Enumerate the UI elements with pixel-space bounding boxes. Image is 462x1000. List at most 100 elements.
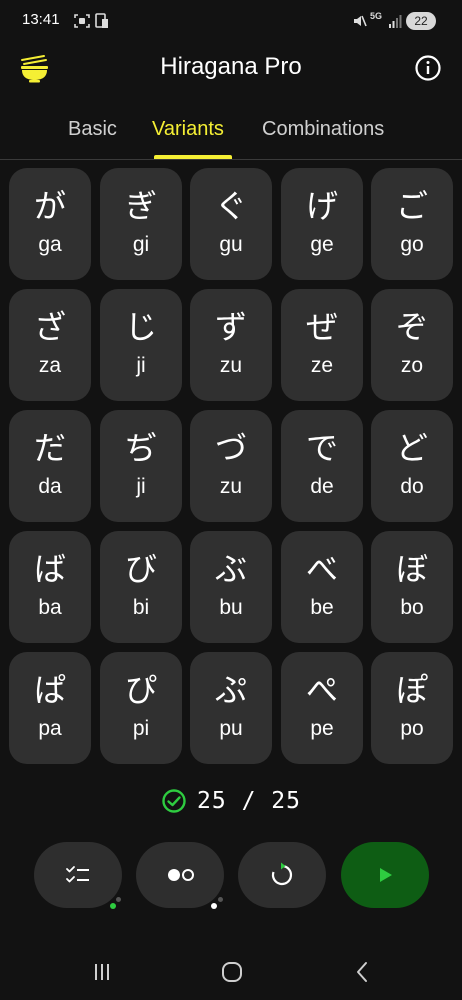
app-bar: Hiragana Pro (0, 44, 462, 100)
romaji-label: ji (136, 475, 146, 498)
kana-card-bo[interactable]: ぼ bo (371, 531, 453, 643)
kana-card-zu[interactable]: ず zu (190, 289, 272, 401)
romaji-label: zu (219, 475, 243, 498)
back-icon[interactable] (349, 958, 377, 986)
romaji-label: po (400, 717, 424, 740)
app-title: Hiragana Pro (160, 53, 302, 80)
kana-character: じ (124, 308, 157, 346)
kana-character: ど (395, 429, 428, 467)
kana-card-pe[interactable]: ぺ pe (281, 652, 363, 764)
dots-toggle-icon (168, 869, 194, 881)
kana-character: ぐ (214, 187, 247, 225)
kana-card-do[interactable]: ど do (371, 410, 453, 522)
kana-card-ba[interactable]: ば ba (9, 531, 91, 643)
kana-character: で (305, 429, 338, 467)
checklist-button[interactable] (34, 842, 122, 908)
kana-character: ぴ (124, 671, 157, 709)
kana-card-po[interactable]: ぽ po (371, 652, 453, 764)
kana-character: ぢ (124, 429, 157, 467)
kana-character: ぎ (124, 187, 157, 225)
romaji-label: zo (400, 354, 424, 377)
kana-character: ざ (33, 308, 66, 346)
romaji-label: pa (38, 717, 62, 740)
kana-card-pi[interactable]: ぴ pi (100, 652, 182, 764)
kana-card-bi[interactable]: び bi (100, 531, 182, 643)
tab-bar: Basic Variants Combinations (0, 108, 462, 160)
romaji-label: be (310, 596, 334, 619)
score-text: 25 / 25 (197, 788, 301, 814)
kana-card-za[interactable]: ざ za (9, 289, 91, 401)
info-icon[interactable] (414, 54, 442, 82)
tab-variants[interactable]: Variants (152, 118, 224, 141)
kana-character: げ (305, 187, 338, 225)
kana-card-zo[interactable]: ぞ zo (371, 289, 453, 401)
score-display: 25 / 25 (0, 788, 462, 824)
romaji-label: ze (310, 354, 334, 377)
kana-card-pu[interactable]: ぷ pu (190, 652, 272, 764)
home-icon[interactable] (218, 958, 246, 986)
kana-card-da[interactable]: だ da (9, 410, 91, 522)
kana-character: ぞ (395, 308, 428, 346)
kana-card-ji[interactable]: じ ji (100, 289, 182, 401)
kana-character: べ (305, 550, 338, 588)
check-circle-icon (162, 789, 186, 813)
kana-card-ge[interactable]: げ ge (281, 168, 363, 280)
kana-character: づ (214, 429, 247, 467)
kana-character: ぼ (395, 550, 428, 588)
play-icon (380, 868, 392, 882)
display-mode-button[interactable] (136, 842, 224, 908)
kana-character: ぱ (33, 671, 66, 709)
kana-card-go[interactable]: ご go (371, 168, 453, 280)
kana-card-zu[interactable]: づ zu (190, 410, 272, 522)
status-bar: 13:41 5G 22 (0, 0, 462, 44)
romaji-label: ga (38, 233, 62, 256)
kana-character: ぷ (214, 671, 247, 709)
display-indicator-dot (211, 903, 217, 909)
romaji-label: bo (400, 596, 424, 619)
status-time: 13:41 (22, 11, 60, 28)
kana-character: ぽ (395, 671, 428, 709)
romaji-label: da (38, 475, 62, 498)
romaji-label: go (400, 233, 424, 256)
kana-character: が (33, 187, 66, 225)
kana-card-de[interactable]: で de (281, 410, 363, 522)
romaji-label: gu (219, 233, 243, 256)
refresh-icon (271, 862, 293, 886)
romaji-label: ba (38, 596, 62, 619)
tab-basic[interactable]: Basic (68, 118, 117, 141)
kana-card-ga[interactable]: が ga (9, 168, 91, 280)
romaji-label: do (400, 475, 424, 498)
checklist-indicator-dot (110, 903, 116, 909)
battery-indicator: 22 (406, 12, 436, 30)
kana-card-ji[interactable]: ぢ ji (100, 410, 182, 522)
tab-combinations[interactable]: Combinations (262, 118, 384, 141)
mute-icon (354, 15, 367, 27)
kana-character: び (124, 550, 157, 588)
system-nav-bar (0, 940, 462, 1000)
kana-card-pa[interactable]: ぱ pa (9, 652, 91, 764)
tab-indicator (154, 155, 232, 159)
romaji-label: ge (310, 233, 334, 256)
romaji-label: gi (132, 233, 150, 256)
checklist-icon (66, 866, 89, 883)
romaji-label: bi (132, 596, 150, 619)
romaji-label: de (310, 475, 334, 498)
kana-card-gu[interactable]: ぐ gu (190, 168, 272, 280)
romaji-label: pe (310, 717, 334, 740)
play-button[interactable] (341, 842, 429, 908)
kana-card-bu[interactable]: ぶ bu (190, 531, 272, 643)
kana-character: ば (33, 550, 66, 588)
kana-card-gi[interactable]: ぎ gi (100, 168, 182, 280)
recents-icon[interactable] (88, 958, 116, 986)
kana-character: ぜ (305, 308, 338, 346)
romaji-label: ji (136, 354, 146, 377)
kana-character: ぺ (305, 671, 338, 709)
kana-card-ze[interactable]: ぜ ze (281, 289, 363, 401)
romaji-label: pi (132, 717, 150, 740)
sim-icon (95, 13, 108, 28)
kana-card-be[interactable]: べ be (281, 531, 363, 643)
checklist-indicator-dot-secondary (116, 897, 121, 902)
reset-button[interactable] (238, 842, 326, 908)
kana-character: ご (395, 187, 428, 225)
signal-icon (389, 15, 402, 28)
